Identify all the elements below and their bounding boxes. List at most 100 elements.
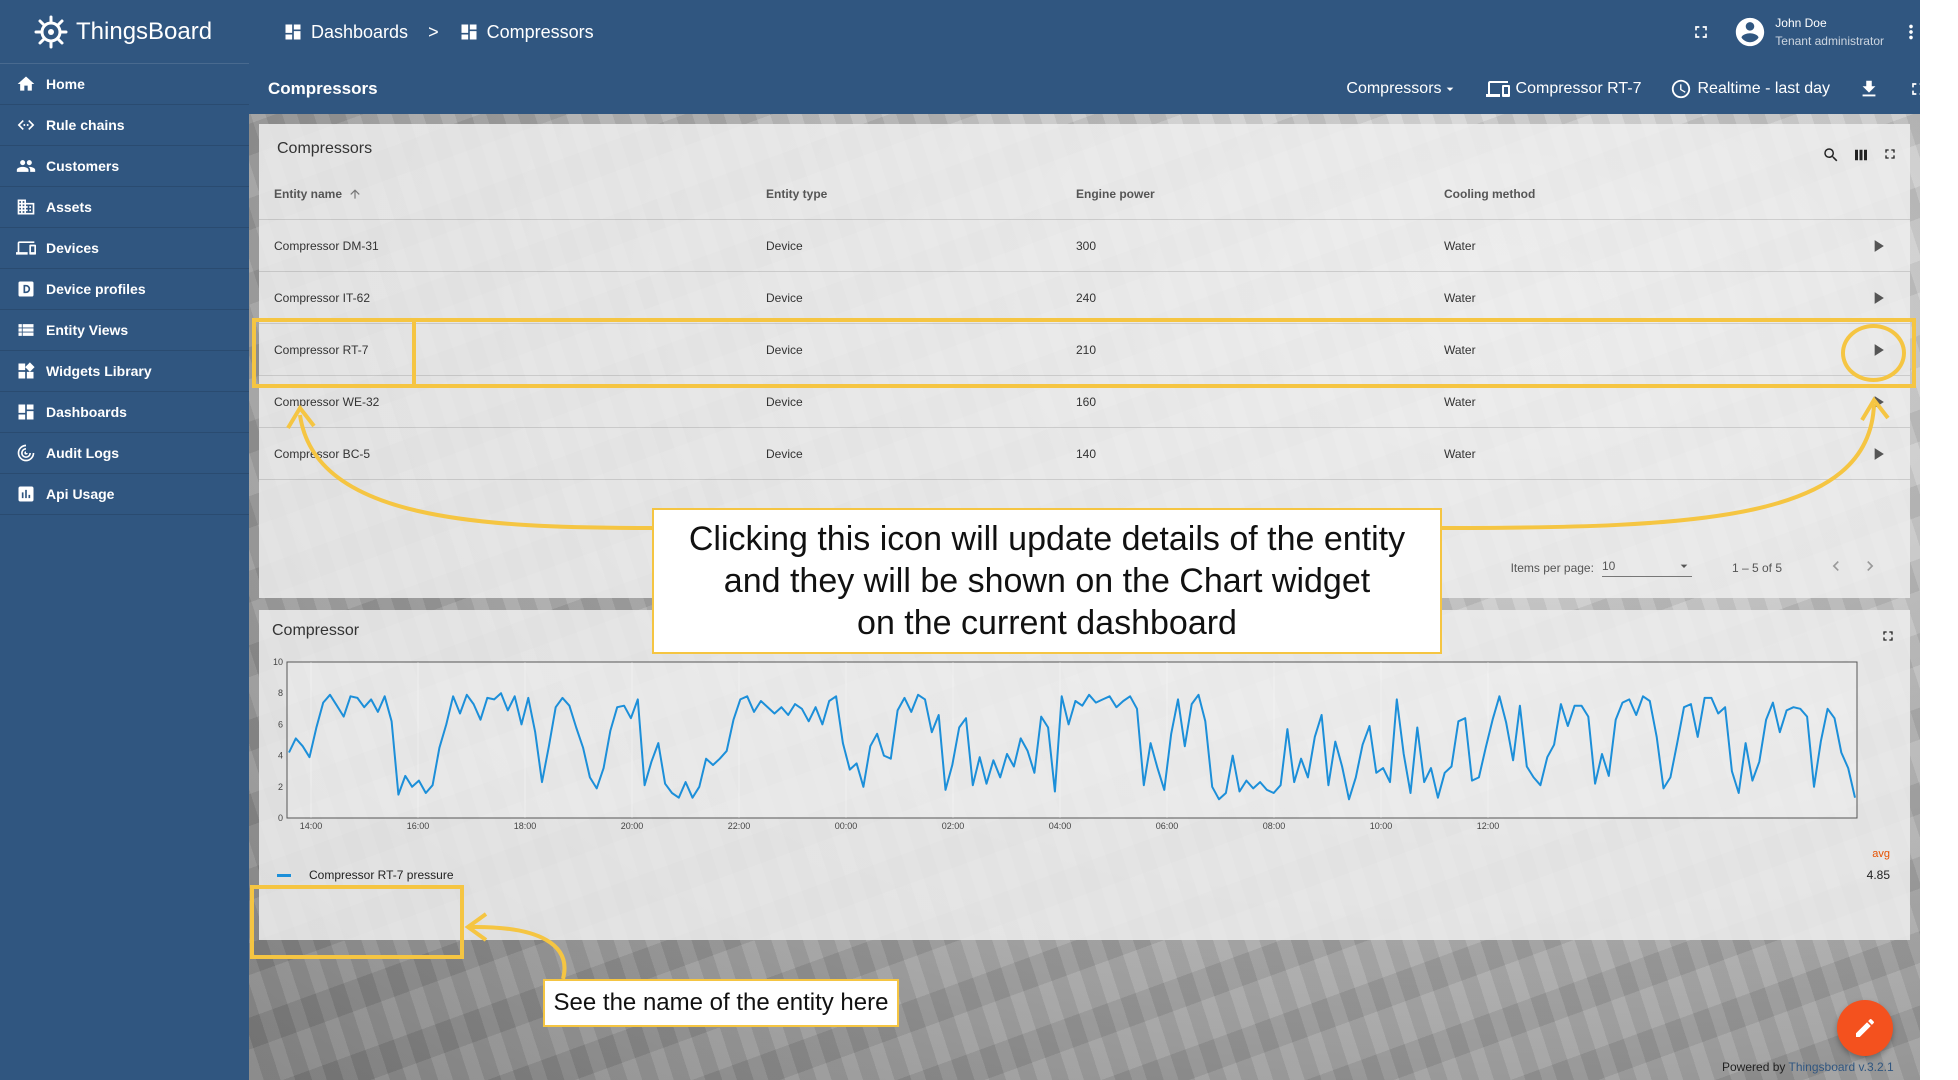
breadcrumb-separator: > <box>428 21 439 42</box>
columns-icon[interactable] <box>1852 146 1870 164</box>
items-per-page-label: Items per page: <box>1510 560 1594 575</box>
x-tick-label: 16:00 <box>407 821 430 831</box>
version-link[interactable]: Thingsboard v.3.2.1 <box>1789 1060 1894 1074</box>
table-row[interactable]: Compressor BC-5 Device 140 Water <box>259 428 1910 480</box>
sidebar-item-api-usage[interactable]: Api Usage <box>0 474 249 515</box>
sidebar-item-label: Dashboards <box>46 404 127 420</box>
sidebar-item-customers[interactable]: Customers <box>0 146 249 187</box>
sidebar-item-assets[interactable]: Assets <box>0 187 249 228</box>
table-cell: Water <box>1444 291 1476 305</box>
row-details-button[interactable] <box>1868 324 1888 376</box>
breadcrumb-dashboards[interactable]: Dashboards <box>283 22 408 43</box>
widgets-icon <box>16 361 36 381</box>
table-row[interactable]: Compressor WE-32 Device 160 Water <box>259 376 1910 428</box>
devices-icon <box>1485 81 1510 97</box>
legend-avg-value: 4.85 <box>1866 868 1890 882</box>
table-cell: Compressor BC-5 <box>274 447 371 461</box>
sidebar: ThingsBoard Home Rule chains Customers Asse… <box>0 0 249 1080</box>
account-circle-icon[interactable] <box>1733 15 1767 49</box>
timewindow-button[interactable]: Realtime - last day <box>1670 78 1830 100</box>
sidebar-item-label: Widgets Library <box>46 363 152 379</box>
play-arrow-icon <box>1874 344 1884 356</box>
edit-dashboard-button[interactable] <box>1837 1000 1893 1056</box>
profile-icon <box>16 279 36 299</box>
sidebar-item-label: Audit Logs <box>46 445 120 461</box>
y-tick-label: 8 <box>278 688 283 698</box>
chart-widget: Compressor 14:00 16:00 18:00 20:00 22:00 00:0… <box>259 610 1910 940</box>
sidebar-item-entity-views[interactable]: Entity Views <box>0 310 249 351</box>
arrow-drop-down-icon <box>1446 87 1453 91</box>
download-icon <box>1862 80 1876 97</box>
table-header: Entity name Entity type Engine power Coo… <box>259 168 1910 220</box>
table-row[interactable]: Compressor RT-7 Device 210 Water <box>259 324 1910 376</box>
sidebar-item-rule-chains[interactable]: Rule chains <box>0 105 249 146</box>
app-logo[interactable]: ThingsBoard <box>0 0 249 64</box>
chart-icon <box>16 484 36 504</box>
column-header-cooling-method[interactable]: Cooling method <box>1444 168 1535 220</box>
table-cell: Device <box>766 343 803 357</box>
x-tick-label: 12:00 <box>1477 821 1500 831</box>
x-tick-label: 22:00 <box>728 821 751 831</box>
more-vert-icon[interactable] <box>1900 21 1922 43</box>
x-tick-label: 00:00 <box>835 821 858 831</box>
user-role: Tenant administrator <box>1775 34 1884 48</box>
table-cell: Water <box>1444 447 1476 461</box>
user-name: John Doe <box>1775 16 1827 30</box>
row-details-button[interactable] <box>1868 220 1888 272</box>
view-list-icon <box>16 320 36 340</box>
table-cell: Water <box>1444 343 1476 357</box>
previous-page-button[interactable] <box>1826 556 1846 579</box>
table-cell: Water <box>1444 239 1476 253</box>
row-details-button[interactable] <box>1868 376 1888 428</box>
entity-alias-select[interactable]: Compressor RT-7 <box>1485 77 1642 101</box>
devices-icon <box>16 238 36 258</box>
search-icon[interactable] <box>1822 146 1840 164</box>
sidebar-item-widgets-library[interactable]: Widgets Library <box>0 351 249 392</box>
sidebar-item-label: Device profiles <box>46 281 146 297</box>
chevron-left-icon <box>1832 561 1839 571</box>
sidebar-item-devices[interactable]: Devices <box>0 228 249 269</box>
y-tick-label: 4 <box>278 751 283 761</box>
table-cell: Water <box>1444 395 1476 409</box>
breadcrumb-compressors[interactable]: Compressors <box>459 22 594 43</box>
table-cell: 140 <box>1076 447 1097 461</box>
callout-line-3: on the current dashboard <box>857 604 1237 642</box>
page-right-margin <box>1920 0 1958 1080</box>
next-page-button[interactable] <box>1860 556 1880 579</box>
column-header-entity-type[interactable]: Entity type <box>766 168 827 220</box>
fullscreen-icon[interactable] <box>1691 22 1711 42</box>
sidebar-item-home[interactable]: Home <box>0 64 249 105</box>
dashboard-icon <box>16 402 36 422</box>
table-row[interactable]: Compressor IT-62 Device 240 Water <box>259 272 1910 324</box>
export-button[interactable] <box>1858 78 1880 100</box>
track-icon <box>16 443 36 463</box>
x-tick-label: 14:00 <box>300 821 323 831</box>
page-size-select[interactable]: 10 <box>1601 558 1692 577</box>
column-header-entity-name[interactable]: Entity name <box>274 168 362 220</box>
legend-entry[interactable]: Compressor RT-7 pressure <box>277 868 454 882</box>
pencil-icon <box>1856 1018 1875 1037</box>
sidebar-item-device-profiles[interactable]: Device profiles <box>0 269 249 310</box>
legend-label: Compressor RT-7 pressure <box>309 868 454 882</box>
breadcrumb-second: Compressors <box>486 21 594 42</box>
sidebar-item-audit-logs[interactable]: Audit Logs <box>0 433 249 474</box>
fullscreen-icon[interactable] <box>1882 146 1898 164</box>
entity-alias-value: Compressor RT-7 <box>1515 80 1642 97</box>
annotation-callout-entity-name: See the name of the entity here <box>543 979 899 1027</box>
x-tick-label: 02:00 <box>942 821 965 831</box>
code-icon <box>16 115 36 135</box>
column-header-engine-power[interactable]: Engine power <box>1076 168 1155 220</box>
row-details-button[interactable] <box>1868 272 1888 324</box>
clock-icon <box>1671 79 1690 99</box>
state-select[interactable]: Compressors <box>1346 80 1457 98</box>
legend-avg-header: avg <box>1872 848 1890 860</box>
y-tick-label: 6 <box>278 719 283 729</box>
row-details-button[interactable] <box>1868 428 1888 480</box>
sidebar-item-label: Devices <box>46 240 99 256</box>
sidebar-item-dashboards[interactable]: Dashboards <box>0 392 249 433</box>
home-icon <box>16 74 36 94</box>
play-arrow-icon <box>1874 292 1884 304</box>
arrow-drop-down-icon <box>1680 564 1688 568</box>
table-row[interactable]: Compressor DM-31 Device 300 Water <box>259 220 1910 272</box>
sidebar-item-label: Api Usage <box>46 486 115 502</box>
